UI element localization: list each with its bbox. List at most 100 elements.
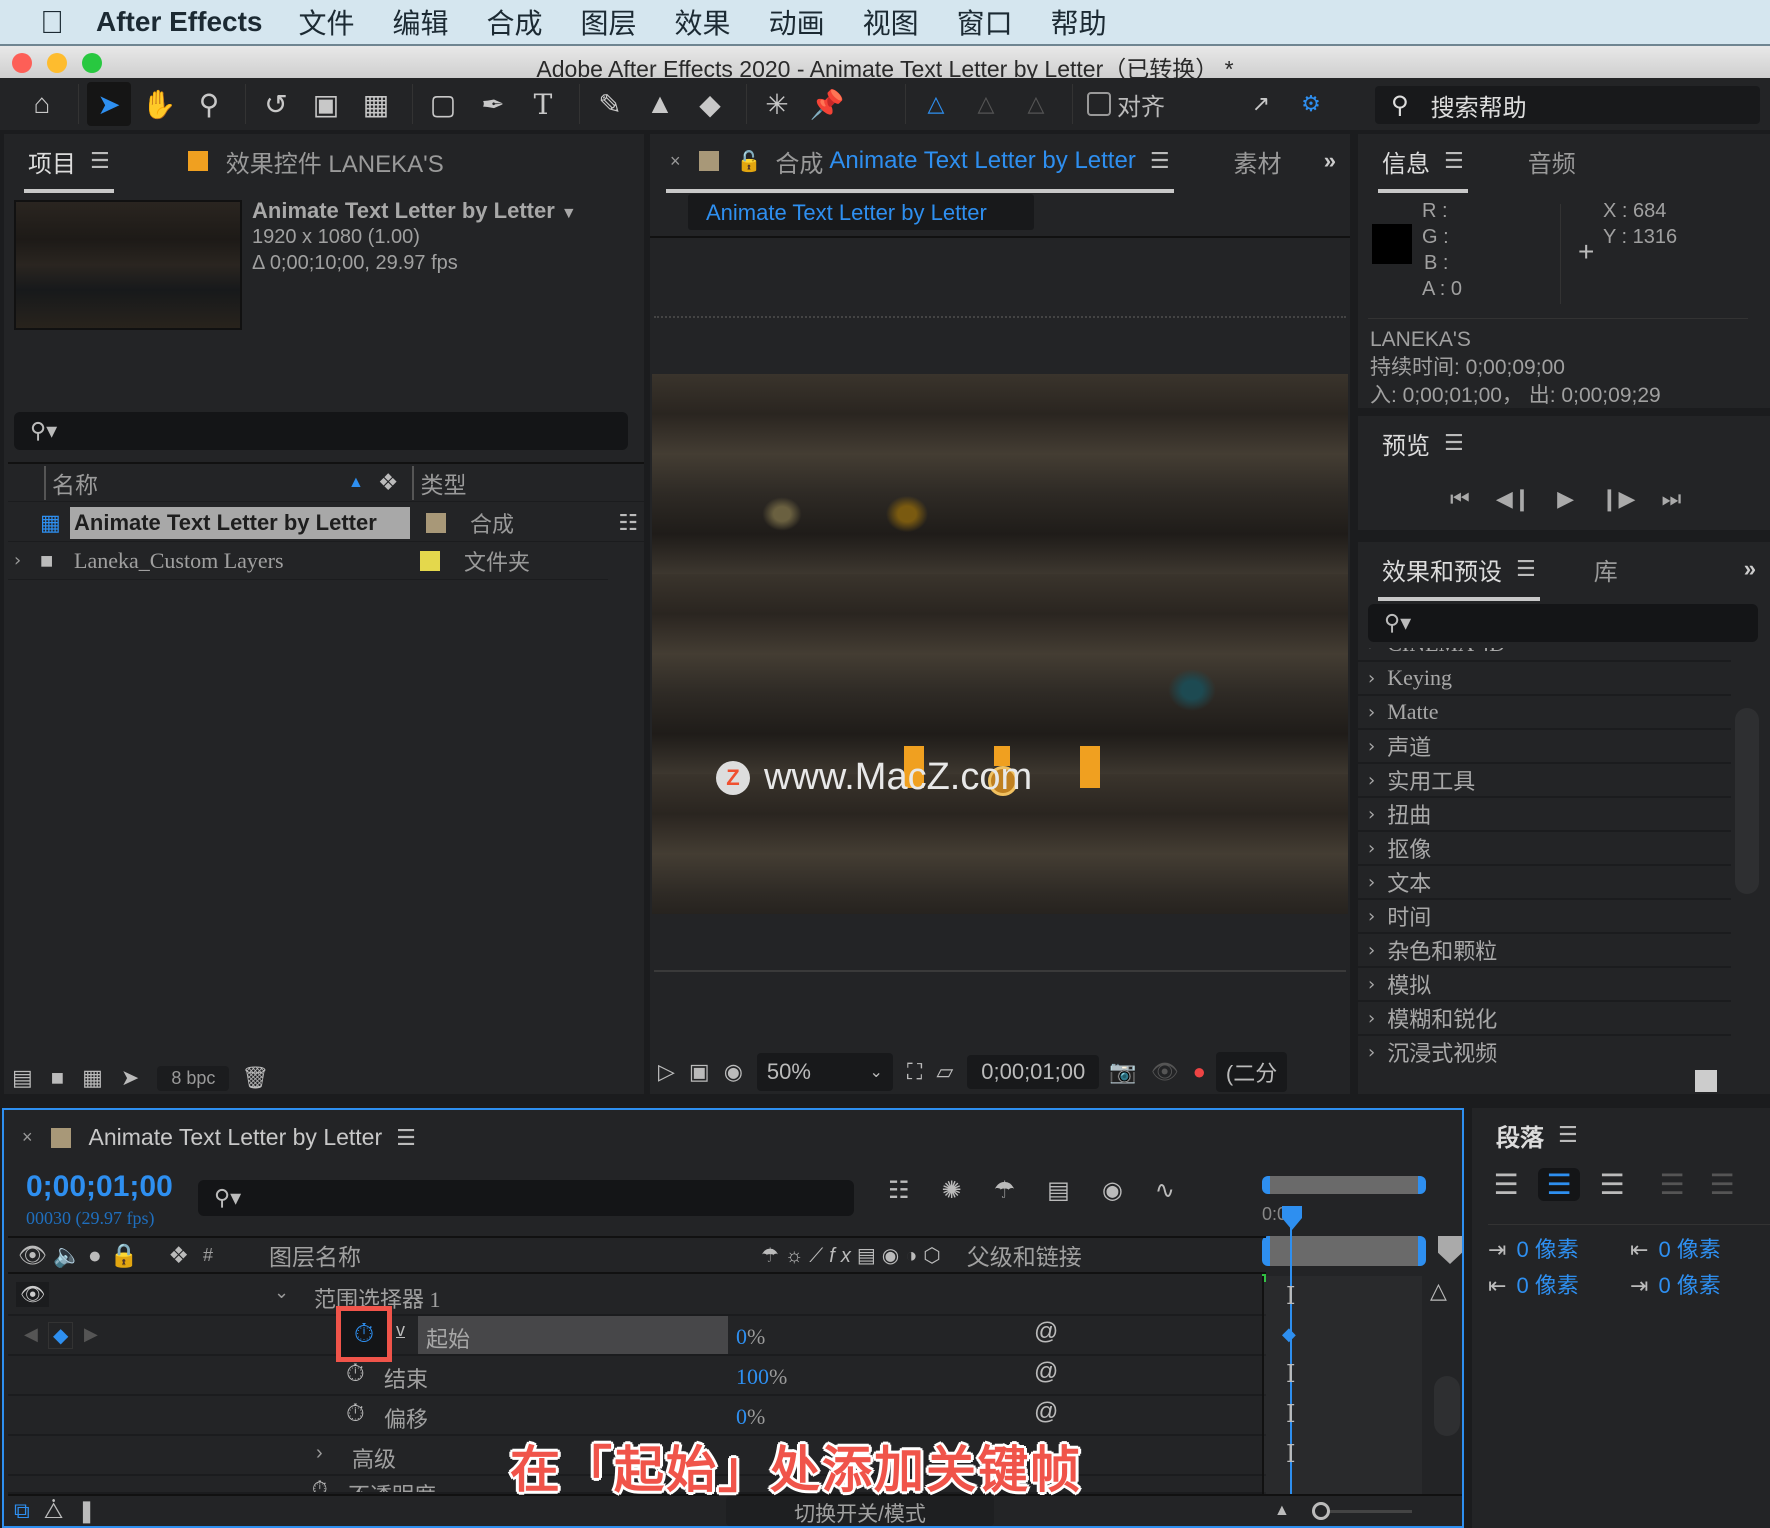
effect-category[interactable]: › 声道	[1358, 730, 1731, 764]
tab-project[interactable]: 项目 ☰	[24, 144, 114, 193]
effect-category[interactable]: › 沉浸式视频	[1358, 1036, 1731, 1064]
world-axis-icon[interactable]: △	[964, 82, 1008, 126]
draft-3d-icon[interactable]: ✺	[942, 1176, 962, 1205]
tab-composition[interactable]: × 🔓 合成 Animate Text Letter by Letter ☰	[666, 144, 1174, 193]
roto-brush-tool-icon[interactable]: ✳	[755, 82, 799, 126]
selected-item-name[interactable]: Animate Text Letter by Letter ▼	[252, 198, 577, 224]
indent-left-value[interactable]: 0 像素	[1516, 1237, 1578, 1262]
menu-file[interactable]: 文件	[298, 2, 354, 42]
effect-category[interactable]: › CINEMA 4D	[1358, 648, 1731, 662]
effect-category[interactable]: › 实用工具	[1358, 764, 1731, 798]
zoom-tool-icon[interactable]: ⚲	[187, 82, 231, 126]
visibility-eye-icon[interactable]: 👁	[16, 1282, 50, 1307]
graph-toggle-icon[interactable]: v	[396, 1320, 405, 1341]
new-folder-icon[interactable]: ■	[51, 1065, 64, 1091]
expand-chevron-icon[interactable]: ›	[316, 1442, 323, 1465]
rotate-tool-icon[interactable]: ↺	[254, 82, 298, 126]
composition-flowchart-icon[interactable]: ☷	[888, 1176, 910, 1205]
trash-icon[interactable]: 🗑	[241, 1065, 269, 1091]
menu-help[interactable]: 帮助	[1051, 2, 1107, 42]
graph-shape-icon[interactable]: △	[1430, 1278, 1447, 1304]
timeline-row-range-selector[interactable]: 👁 ⌄ 范围选择器 1	[8, 1276, 1266, 1316]
composition-viewer[interactable]: Z www.MacZ.com	[652, 374, 1348, 914]
monitor-icon[interactable]: ▣	[689, 1059, 710, 1085]
menu-composition[interactable]: 合成	[487, 2, 543, 42]
label-tag-icon[interactable]: ❖	[378, 469, 399, 496]
view-axis-icon[interactable]: △	[1014, 82, 1058, 126]
effects-search-input[interactable]: ⚲▾	[1368, 604, 1758, 642]
more-panels-icon[interactable]: »	[1324, 148, 1336, 174]
effect-category[interactable]: › Keying	[1358, 662, 1731, 696]
pen-tool-icon[interactable]: ✒	[471, 82, 515, 126]
graph-editor-icon[interactable]: ∿	[1155, 1176, 1175, 1205]
column-type[interactable]: 类型	[412, 465, 466, 500]
effects-scrollbar[interactable]	[1735, 708, 1759, 894]
expand-chevron-icon[interactable]: ›	[14, 550, 40, 571]
effect-category[interactable]: › 模拟	[1358, 968, 1731, 1002]
frame-blending-icon[interactable]: ▤	[1047, 1176, 1070, 1205]
first-frame-icon[interactable]: ⏮	[1450, 486, 1470, 512]
previous-keyframe-icon[interactable]: ◀	[24, 1324, 38, 1345]
space-before-value[interactable]: 0 像素	[1658, 1237, 1720, 1262]
panel-menu-icon[interactable]: ☰	[1444, 148, 1464, 174]
property-value[interactable]: 100%	[736, 1364, 787, 1390]
pan-behind-tool-icon[interactable]: ▦	[354, 82, 398, 126]
panel-menu-icon[interactable]: ☰	[1516, 556, 1536, 582]
timeline-row-start[interactable]: ◀ ◆ ▶ ⏱ v 起始 0% @	[8, 1306, 1266, 1362]
lock-icon[interactable]: 🔒	[110, 1242, 139, 1269]
magnification-select[interactable]: 50% ⌄	[756, 1053, 893, 1091]
layer-switches-toggle-icon[interactable]: ⧉	[14, 1498, 30, 1524]
project-item-row[interactable]: ▦ Animate Text Letter by Letter 合成 ☷	[8, 504, 644, 542]
add-keyframe-icon[interactable]: ◆	[48, 1322, 74, 1349]
panel-menu-icon[interactable]: ☰	[1150, 148, 1170, 174]
collapse-chevron-icon[interactable]: ⌄	[274, 1282, 289, 1303]
justify-left-icon[interactable]: ☰	[1654, 1168, 1690, 1201]
always-preview-icon[interactable]: ▷	[658, 1059, 675, 1085]
align-right-icon[interactable]: ☰	[1594, 1168, 1630, 1201]
resolution-select[interactable]: (二分	[1215, 1052, 1288, 1092]
effect-category[interactable]: › 抠像	[1358, 832, 1731, 866]
space-after-field[interactable]: ⇥ 0 像素	[1630, 1268, 1721, 1300]
space-before-field[interactable]: ⇤ 0 像素	[1630, 1232, 1721, 1264]
audio-icon[interactable]: 🔈	[53, 1242, 82, 1269]
timeline-row-end[interactable]: ⏱ 结束 100% @	[8, 1356, 1266, 1396]
pick-whip-icon[interactable]: @	[1034, 1398, 1058, 1426]
tab-audio[interactable]: 音频	[1528, 144, 1576, 179]
align-left-icon[interactable]: ☰	[1488, 1168, 1524, 1201]
time-navigator[interactable]	[1262, 1176, 1426, 1194]
close-tab-icon[interactable]: ×	[670, 151, 681, 172]
column-parent-link[interactable]: 父级和链接	[967, 1238, 1082, 1272]
next-keyframe-icon[interactable]: ▶	[84, 1324, 98, 1345]
tab-info[interactable]: 信息 ☰	[1378, 144, 1468, 193]
playhead-handle[interactable]	[1282, 1206, 1302, 1230]
label-tag-icon[interactable]: ❖	[168, 1242, 189, 1269]
next-frame-icon[interactable]: ❙▶	[1600, 486, 1635, 512]
motion-blur-icon[interactable]: ◉	[1102, 1176, 1123, 1205]
mask-visibility-icon[interactable]: ▱	[936, 1059, 953, 1085]
justify-center-icon[interactable]: ☰	[1704, 1168, 1740, 1201]
panel-menu-icon[interactable]: ☰	[1444, 430, 1464, 456]
zoom-out-mountain-icon[interactable]: ▲	[1274, 1502, 1290, 1520]
home-icon[interactable]: ⌂	[20, 82, 64, 126]
effect-category[interactable]: › 文本	[1358, 866, 1731, 900]
play-icon[interactable]: ▶	[1557, 486, 1574, 512]
search-help-input[interactable]: ⚲ 搜索帮助	[1375, 86, 1760, 124]
tab-preview[interactable]: 预览 ☰	[1382, 426, 1464, 461]
timeline-search-input[interactable]: ⚲▾	[198, 1180, 854, 1216]
eraser-tool-icon[interactable]: ◆	[688, 82, 732, 126]
work-area-bar[interactable]	[1262, 1236, 1426, 1266]
project-item-row[interactable]: › ■ Laneka_Custom Layers 文件夹	[8, 542, 608, 580]
checkbox-icon[interactable]	[1087, 92, 1111, 116]
label-color-swatch[interactable]	[420, 550, 440, 571]
hand-tool-icon[interactable]: ✋	[137, 82, 181, 126]
timeline-current-time[interactable]: 0;00;01;00	[26, 1170, 173, 1204]
solo-icon[interactable]: ●	[88, 1242, 102, 1269]
panel-menu-icon[interactable]: ☰	[90, 148, 110, 174]
indent-right-field[interactable]: ⇤ 0 像素	[1488, 1268, 1579, 1300]
keyframe-diamond-icon[interactable]: ◆	[1282, 1324, 1296, 1345]
menu-edit[interactable]: 编辑	[393, 2, 449, 42]
tab-paragraph[interactable]: 段落 ☰	[1496, 1118, 1578, 1153]
menu-view[interactable]: 视图	[863, 2, 919, 42]
snapshot-camera-icon[interactable]: 📷	[1109, 1059, 1136, 1085]
menu-window[interactable]: 窗口	[957, 2, 1013, 42]
